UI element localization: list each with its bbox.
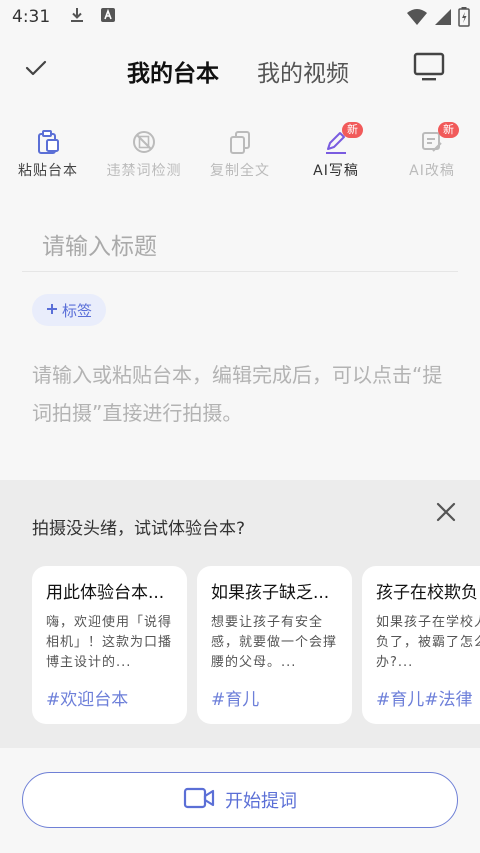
close-suggestions-button[interactable] [432, 500, 460, 528]
tab-my-scripts[interactable]: 我的台本 [127, 54, 219, 88]
close-icon [436, 502, 456, 526]
card-tags: #欢迎台本 [46, 690, 129, 710]
suggestion-card[interactable]: 如果孩子缺乏... 想要让孩子有安全感，就要做一个会撑腰的父母。... #育儿 [197, 566, 352, 724]
card-title: 孩子在校欺负 [376, 583, 478, 603]
card-title: 用此体验台本... [46, 583, 165, 603]
tool-label: 违禁词检测 [106, 163, 182, 179]
a-app-icon [100, 7, 116, 27]
ai-pen-icon: 新 [322, 122, 363, 156]
card-tags: #育儿#法律 [376, 690, 473, 710]
battery-icon [458, 7, 470, 31]
suggestion-title: 拍摄没头绪，试试体验台本? [32, 519, 246, 539]
ai-write-button[interactable]: 新 AI写稿 [288, 122, 384, 180]
status-time: 4:31 [12, 7, 51, 27]
suggestion-panel: 拍摄没头绪，试试体验台本? 用此体验台本... 嗨，欢迎使用「说得相机」！这款为… [0, 480, 480, 748]
copy-icon [226, 128, 254, 156]
bottom-bar: 开始提词 [0, 748, 480, 853]
start-label: 开始提词 [225, 791, 297, 812]
forbidden-word-icon [130, 128, 158, 156]
paste-script-button[interactable]: 粘贴台本 [0, 128, 96, 180]
suggestion-card[interactable]: 用此体验台本... 嗨，欢迎使用「说得相机」！这款为口播博主设计的... #欢迎… [32, 566, 187, 724]
tool-label: AI改稿 [409, 163, 455, 179]
confirm-button[interactable] [20, 54, 52, 86]
tab-my-videos[interactable]: 我的视频 [257, 54, 349, 88]
signal-icon [434, 8, 452, 30]
card-title: 如果孩子缺乏... [211, 583, 330, 603]
video-camera-icon [183, 787, 215, 813]
status-bar: 4:31 [0, 0, 480, 34]
start-prompter-button[interactable]: 开始提词 [22, 772, 458, 828]
copy-all-button[interactable]: 复制全文 [192, 128, 288, 180]
add-tag-button[interactable]: 标签 [32, 294, 107, 326]
wifi-icon [406, 8, 428, 30]
tag-label: 标签 [62, 301, 93, 320]
script-body-input[interactable]: 请输入或粘贴台本，编辑完成后，可以点击“提词拍摄”直接进行拍摄。 [32, 356, 452, 432]
forbidden-word-check-button[interactable]: 违禁词检测 [96, 128, 192, 180]
screen-button[interactable] [412, 52, 446, 86]
download-icon [68, 6, 86, 28]
suggestion-cards: 用此体验台本... 嗨，欢迎使用「说得相机」！这款为口播博主设计的... #欢迎… [32, 566, 480, 726]
card-tags: #育儿 [211, 690, 260, 710]
card-body: 嗨，欢迎使用「说得相机」！这款为口播博主设计的... [46, 615, 173, 670]
monitor-icon [413, 52, 445, 86]
card-body: 想要让孩子有安全感，就要做一个会撑腰的父母。... [211, 615, 338, 670]
ai-edit-icon: 新 [418, 122, 459, 156]
plus-icon [46, 301, 58, 319]
new-badge: 新 [342, 122, 363, 138]
suggestion-card[interactable]: 孩子在校欺负 如果孩子在学校人欺负了，被霸了怎么办?... #育儿#法律 [362, 566, 480, 724]
tool-label: AI写稿 [313, 163, 359, 179]
card-body: 如果孩子在学校人欺负了，被霸了怎么办?... [376, 615, 480, 670]
ai-revise-button[interactable]: 新 AI改稿 [384, 122, 480, 180]
editor-toolbar: 粘贴台本 违禁词检测 复制全文 新 AI写稿 新 AI改稿 [0, 122, 480, 188]
paste-icon [34, 128, 62, 156]
top-bar: 我的台本 我的视频 [0, 40, 480, 100]
title-input[interactable] [22, 222, 458, 272]
tool-label: 复制全文 [210, 163, 270, 179]
check-icon [25, 59, 47, 81]
new-badge: 新 [438, 122, 459, 138]
tool-label: 粘贴台本 [18, 163, 78, 179]
